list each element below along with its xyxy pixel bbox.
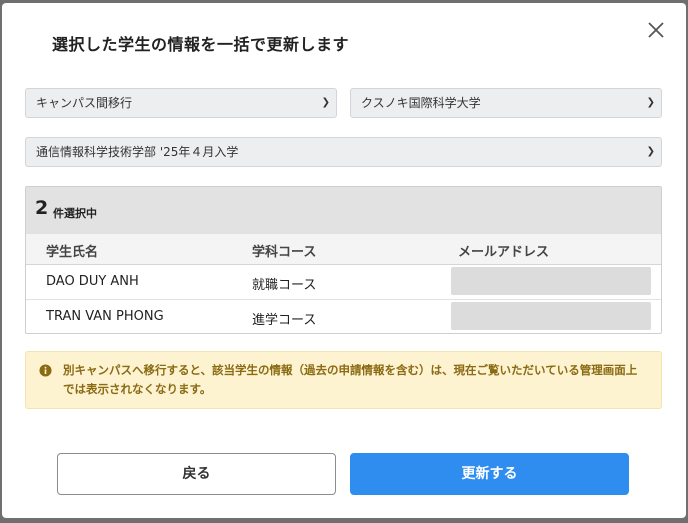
notice-message: 別キャンパスへ移行すると、該当学生の情報（過去の申請情報を含む）は、現在ご覧いた…	[63, 363, 638, 396]
student-course: 進学コース	[252, 313, 317, 328]
chevron-down-icon: ❯	[646, 146, 655, 157]
column-header-email: メールアドレス	[458, 245, 550, 260]
department-select-value: 通信情報科学技術学部 '25年４月入学	[36, 145, 239, 159]
action-select-value: キャンパス間移行	[36, 96, 133, 110]
email-redacted	[451, 267, 651, 295]
department-select[interactable]: 通信情報科学技術学部 '25年４月入学 ❯	[25, 137, 662, 167]
university-select-value: クスノキ国際科学大学	[361, 96, 481, 110]
selection-count: 2	[35, 197, 49, 219]
bulk-update-modal: 選択した学生の情報を一括で更新します キャンパス間移行 ❯ クスノキ国際科学大学…	[2, 3, 686, 518]
modal-title: 選択した学生の情報を一括で更新します	[52, 35, 350, 54]
chevron-down-icon: ❯	[321, 97, 330, 108]
chevron-down-icon: ❯	[646, 97, 655, 108]
warning-notice: 別キャンパスへ移行すると、該当学生の情報（過去の申請情報を含む）は、現在ご覧いた…	[25, 351, 662, 409]
table-row: DAO DUY ANH 就職コース	[26, 265, 661, 300]
university-select[interactable]: クスノキ国際科学大学 ❯	[350, 88, 662, 118]
table-row: TRAN VAN PHONG 進学コース	[26, 300, 661, 333]
selection-count-label: 件選択中	[53, 207, 97, 220]
student-name: DAO DUY ANH	[46, 274, 139, 289]
column-header-name: 学生氏名	[46, 245, 99, 260]
email-redacted	[451, 302, 651, 330]
student-course: 就職コース	[252, 278, 317, 293]
close-icon[interactable]	[644, 18, 668, 42]
info-icon	[39, 364, 52, 377]
table-header: 学生氏名 学科コース メールアドレス	[26, 234, 661, 265]
back-button[interactable]: 戻る	[57, 453, 336, 495]
column-header-course: 学科コース	[252, 245, 317, 260]
student-name: TRAN VAN PHONG	[46, 309, 164, 324]
update-button[interactable]: 更新する	[350, 453, 629, 495]
selected-students-table: 2 件選択中 学生氏名 学科コース メールアドレス DAO DUY ANH 就職…	[25, 186, 662, 334]
action-select[interactable]: キャンパス間移行 ❯	[25, 88, 337, 118]
selection-count-bar: 2 件選択中	[26, 187, 661, 234]
